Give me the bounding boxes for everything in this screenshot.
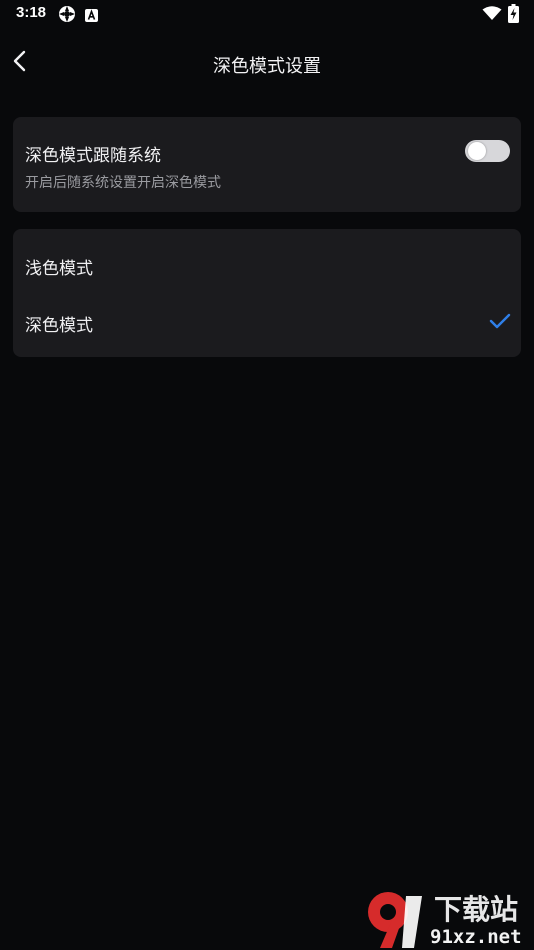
follow-system-toggle[interactable] <box>465 140 510 162</box>
watermark-top-text: 下载站 <box>434 893 519 926</box>
a-badge-icon <box>85 7 98 26</box>
battery-charging-icon <box>508 4 519 27</box>
status-time: 3:18 <box>16 4 47 21</box>
watermark-logo-icon <box>362 890 432 950</box>
header: 深色模式设置 <box>0 38 534 90</box>
follow-system-title: 深色模式跟随系统 <box>25 146 161 166</box>
checkmark-icon <box>489 313 511 333</box>
mode-label-light: 浅色模式 <box>25 259 93 279</box>
watermark-bottom-text: 91xz.net <box>430 926 522 948</box>
toggle-knob <box>468 142 486 160</box>
watermark: 下载站 91xz.net <box>362 888 534 950</box>
sync-icon <box>58 5 76 27</box>
follow-system-subtitle: 开启后随系统设置开启深色模式 <box>25 175 221 191</box>
page-title: 深色模式设置 <box>213 56 321 77</box>
mode-label-dark: 深色模式 <box>25 316 93 336</box>
mode-item-light[interactable]: 浅色模式 <box>13 236 521 294</box>
mode-selection-card: 浅色模式 深色模式 <box>13 229 521 357</box>
wifi-icon <box>482 6 502 25</box>
status-bar: 3:18 <box>0 0 534 28</box>
follow-system-card: 深色模式跟随系统 开启后随系统设置开启深色模式 <box>13 117 521 212</box>
mode-item-dark[interactable]: 深色模式 <box>13 293 521 351</box>
